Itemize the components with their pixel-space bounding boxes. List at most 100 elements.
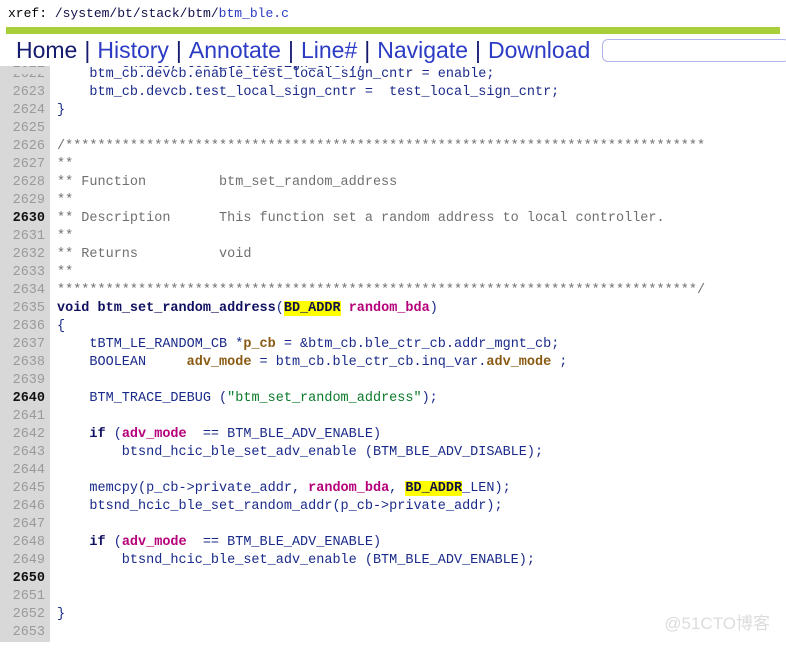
code-token[interactable]: random_bda (349, 301, 430, 316)
line-number[interactable]: 2631 (0, 228, 50, 246)
code-token: if (89, 535, 106, 550)
code-token: BOOLEAN (57, 355, 187, 370)
code-line: 2631 ** (0, 228, 786, 246)
code-token[interactable]: adv_mode (486, 355, 551, 370)
line-number[interactable]: 2641 (0, 408, 50, 426)
line-content: btsnd_hcic_ble_set_random_addr(p_cb->pri… (50, 498, 786, 516)
code-token: btm_cb.devcb.test_local_sign_cntr = test… (57, 85, 560, 100)
code-token: ** (57, 193, 74, 208)
line-number[interactable]: 2652 (0, 606, 50, 624)
menu-separator: | (175, 37, 182, 63)
line-content: btm_cb.devcb.test_local_sign_cntr = test… (50, 84, 786, 102)
line-number[interactable]: 2651 (0, 588, 50, 606)
code-token: /***************************************… (57, 139, 706, 154)
code-token: = &btm_cb.ble_ctr_cb.addr_mgnt_cb; (275, 337, 560, 352)
code-token: ( (275, 301, 284, 316)
line-number[interactable]: 2639 (0, 372, 50, 390)
line-number[interactable]: 2648 (0, 534, 50, 552)
search-input[interactable] (602, 38, 786, 62)
line-number[interactable]: 2640 (0, 390, 50, 408)
line-number[interactable]: 2627 (0, 156, 50, 174)
xref-path-header: xref: /system/bt/stack/btm/btm_ble.c (0, 0, 786, 25)
menu-item-home[interactable]: Home (10, 36, 83, 64)
navigation-menubar: Home | History | Annotate | Line# | Navi… (0, 34, 786, 68)
code-token: test_local_sign_cntr (187, 66, 349, 72)
line-number[interactable]: 2629 (0, 192, 50, 210)
line-content: memcpy(p_cb->private_addr, random_bda, B… (50, 480, 786, 498)
code-token: == BTM_BLE_ADV_ENABLE) (186, 535, 382, 550)
code-line: 2642 if (adv_mode == BTM_BLE_ADV_ENABLE) (0, 426, 786, 444)
menu-separator: | (84, 37, 91, 63)
code-token[interactable]: adv_mode (122, 427, 187, 442)
line-content: btsnd_hcic_ble_set_adv_enable (BTM_BLE_A… (50, 444, 786, 462)
line-content: BOOLEAN adv_mode = btm_cb.ble_ctr_cb.inq… (50, 354, 786, 372)
line-number[interactable]: 2637 (0, 336, 50, 354)
line-number[interactable]: 2644 (0, 462, 50, 480)
line-content: ** Description This function set a rando… (50, 210, 786, 228)
line-number[interactable]: 2634 (0, 282, 50, 300)
code-token: ); (421, 391, 438, 406)
code-token: void (57, 301, 98, 316)
line-number[interactable]: 2630 (0, 210, 50, 228)
code-token: if (89, 427, 106, 442)
menu-item-navigate[interactable]: Navigate (371, 36, 474, 64)
line-number[interactable]: 2632 (0, 246, 50, 264)
code-token[interactable]: random_bda (308, 481, 389, 496)
code-token: ** (57, 229, 74, 244)
code-token[interactable]: adv_mode (187, 355, 252, 370)
menu-item-download[interactable]: Download (482, 36, 596, 64)
code-line: 2626 /***********************************… (0, 138, 786, 156)
xref-directory[interactable]: /system/bt/stack/btm/ (55, 6, 219, 21)
line-number[interactable]: 2636 (0, 318, 50, 336)
green-divider (6, 27, 780, 34)
code-line: 2639 (0, 372, 786, 390)
code-line: 2653 (0, 624, 786, 642)
line-content: btsnd_hcic_ble_set_adv_enable (BTM_BLE_A… (50, 552, 786, 570)
line-number[interactable]: 2653 (0, 624, 50, 642)
code-token: btsnd_hcic_ble_set_adv_enable (BTM_BLE_A… (57, 445, 544, 460)
line-number[interactable]: 2624 (0, 102, 50, 120)
code-token[interactable]: adv_mode (122, 535, 187, 550)
code-token[interactable]: p_cb (243, 337, 275, 352)
line-number[interactable]: 2628 (0, 174, 50, 192)
code-token[interactable]: btm_set_random_address (98, 301, 276, 316)
line-number[interactable]: 2645 (0, 480, 50, 498)
line-content: ****************************************… (50, 282, 786, 300)
code-line: 2647 (0, 516, 786, 534)
line-number[interactable]: 2626 (0, 138, 50, 156)
code-token: btsnd_hcic_ble_set_random_addr(p_cb->pri… (57, 499, 503, 514)
line-number[interactable]: 2635 (0, 300, 50, 318)
menu-item-annotate[interactable]: Annotate (183, 36, 287, 64)
code-token: _LEN); (462, 481, 511, 496)
code-line: 2649 btsnd_hcic_ble_set_adv_enable (BTM_… (0, 552, 786, 570)
code-token: , (389, 481, 406, 496)
source-code-viewer[interactable]: 2621 enable, test_local_sign_cntr); 2622… (0, 66, 786, 650)
line-number[interactable]: 2649 (0, 552, 50, 570)
code-line: 2624} (0, 102, 786, 120)
highlighted-symbol[interactable]: BD_ADDR (283, 301, 341, 316)
line-number[interactable]: 2646 (0, 498, 50, 516)
line-number[interactable]: 2623 (0, 84, 50, 102)
line-number[interactable]: 2621 (0, 66, 50, 74)
line-content: ** (50, 156, 786, 174)
line-number[interactable]: 2625 (0, 120, 50, 138)
code-line: 2634 ************************************… (0, 282, 786, 300)
line-number[interactable]: 2633 (0, 264, 50, 282)
xref-filename[interactable]: btm_ble.c (219, 6, 289, 21)
line-content: } (50, 606, 786, 624)
line-number[interactable]: 2638 (0, 354, 50, 372)
code-line: 2630 ** Description This function set a r… (0, 210, 786, 228)
menu-item-history[interactable]: History (91, 36, 175, 64)
code-token: ); (349, 66, 365, 72)
code-line: 2650 (0, 570, 786, 588)
highlighted-symbol[interactable]: BD_ADDR (405, 481, 463, 496)
menu-item-linenum[interactable]: Line# (295, 36, 363, 64)
code-token: btsnd_hcic_ble_set_adv_enable (BTM_BLE_A… (57, 553, 535, 568)
line-number[interactable]: 2643 (0, 444, 50, 462)
line-number[interactable]: 2642 (0, 426, 50, 444)
code-line: 2627 ** (0, 156, 786, 174)
line-number[interactable]: 2647 (0, 516, 50, 534)
line-number[interactable]: 2650 (0, 570, 50, 588)
code-line: 2623 btm_cb.devcb.test_local_sign_cntr =… (0, 84, 786, 102)
